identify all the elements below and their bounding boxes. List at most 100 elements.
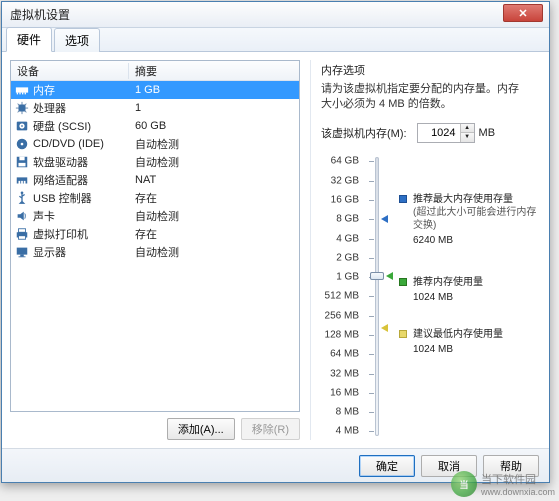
slider-tick-label: 256 MB: [325, 310, 359, 321]
remove-button: 移除(R): [241, 418, 300, 440]
device-name: 处理器: [33, 100, 66, 116]
slider-tickmark: [369, 200, 374, 201]
memory-spinner[interactable]: ▲ ▼: [417, 123, 475, 143]
slider-tickmark: [369, 335, 374, 336]
slider-tick-label: 16 GB: [331, 194, 359, 205]
memory-input-label: 该虚拟机内存(M):: [321, 125, 407, 141]
tab-options[interactable]: 选项: [54, 28, 100, 52]
slider-tickmark: [369, 219, 374, 220]
slider-track-col[interactable]: [367, 153, 391, 440]
dialog-body: 设备 摘要 内存 1 GB 处理器 1 硬盘 (SCSI) 60 GB CD/DVD (ID…: [2, 52, 549, 448]
device-row[interactable]: 软盘驱动器 自动检测: [11, 153, 299, 171]
device-summary: 存在: [129, 190, 299, 206]
slider-tickmark: [369, 296, 374, 297]
device-summary: 自动检测: [129, 154, 299, 170]
vm-settings-window: 虚拟机设置 ✕ 硬件 选项 设备 摘要 内存 1 GB 处理器 1 硬盘 (SCSI) 6…: [1, 1, 550, 483]
device-name: USB 控制器: [33, 190, 92, 206]
device-row[interactable]: 处理器 1: [11, 99, 299, 117]
device-row[interactable]: 硬盘 (SCSI) 60 GB: [11, 117, 299, 135]
device-row[interactable]: 虚拟打印机 存在: [11, 225, 299, 243]
printer-icon: [15, 227, 29, 241]
floppy-icon: [15, 155, 29, 169]
dialog-footer: 确定 取消 帮助: [2, 448, 549, 482]
nic-icon: [15, 173, 29, 187]
slider-tick-label: 4 MB: [336, 426, 359, 437]
right-panel: 内存选项 请为该虚拟机指定要分配的内存量。内存 大小必须为 4 MB 的倍数。 …: [310, 60, 541, 440]
hdd-icon: [15, 119, 29, 133]
slider-tick-label: 16 MB: [330, 387, 359, 398]
slider-tick-label: 32 MB: [330, 368, 359, 379]
device-row[interactable]: 显示器自动检测: [11, 243, 299, 261]
device-row[interactable]: 内存 1 GB: [11, 81, 299, 99]
disc-icon: [15, 137, 29, 151]
slider-tick-label: 32 GB: [331, 175, 359, 186]
slider-tick-label: 512 MB: [325, 291, 359, 302]
device-name: CD/DVD (IDE): [33, 138, 104, 150]
slider-tickmark: [369, 431, 374, 432]
slider-track[interactable]: [375, 157, 379, 436]
tab-hardware[interactable]: 硬件: [6, 27, 52, 52]
slider-thumb[interactable]: [370, 272, 384, 280]
device-name: 内存: [33, 82, 55, 98]
slider-tick-label: 64 GB: [331, 156, 359, 167]
legend-min: 建议最低内存使用量 1024 MB: [399, 328, 503, 356]
device-list-header: 设备 摘要: [11, 61, 299, 81]
cancel-button[interactable]: 取消: [421, 455, 477, 477]
add-button[interactable]: 添加(A)...: [167, 418, 235, 440]
slider-tick-label: 8 GB: [336, 214, 359, 225]
device-name: 虚拟打印机: [33, 226, 88, 242]
slider-tick-label: 1 GB: [336, 272, 359, 283]
spin-up[interactable]: ▲: [460, 124, 474, 133]
slider-tick-label: 2 GB: [336, 252, 359, 263]
device-summary: 1: [129, 102, 299, 114]
marker-rec-icon: [386, 272, 393, 280]
window-title: 虚拟机设置: [2, 6, 70, 23]
help-button[interactable]: 帮助: [483, 455, 539, 477]
device-summary: NAT: [129, 174, 299, 186]
slider-tick-labels: 64 GB32 GB16 GB8 GB4 GB2 GB1 GB512 MB256…: [321, 153, 359, 440]
slider-tickmark: [369, 239, 374, 240]
tab-strip: 硬件 选项: [2, 28, 549, 52]
slider-tickmark: [369, 181, 374, 182]
marker-max-icon: [381, 215, 388, 223]
device-row[interactable]: USB 控制器 存在: [11, 189, 299, 207]
slider-tickmark: [369, 354, 374, 355]
slider-tickmark: [369, 393, 374, 394]
device-name: 声卡: [33, 208, 55, 224]
slider-tick-label: 128 MB: [325, 329, 359, 340]
ok-button[interactable]: 确定: [359, 455, 415, 477]
square-icon: [399, 330, 407, 338]
legend-max: 推荐最大内存使用存量 (超过此大小可能会进行内存交换) 6240 MB: [399, 193, 541, 247]
memory-title: 内存选项: [321, 62, 541, 78]
device-summary: 自动检测: [129, 136, 299, 152]
left-buttons: 添加(A)... 移除(R): [10, 418, 300, 440]
slider-tickmark: [369, 374, 374, 375]
memory-input[interactable]: [418, 124, 460, 142]
header-summary: 摘要: [129, 63, 299, 79]
legend-rec: 推荐内存使用量 1024 MB: [399, 276, 483, 304]
usb-icon: [15, 191, 29, 205]
device-name: 软盘驱动器: [33, 154, 88, 170]
slider-tickmark: [369, 316, 374, 317]
device-row[interactable]: 网络适配器 NAT: [11, 171, 299, 189]
device-summary: 存在: [129, 226, 299, 242]
cpu-icon: [15, 101, 29, 115]
legend-col: 推荐最大内存使用存量 (超过此大小可能会进行内存交换) 6240 MB 推荐内存…: [399, 153, 541, 440]
device-name: 硬盘 (SCSI): [33, 118, 91, 134]
slider-tick-label: 64 MB: [330, 349, 359, 360]
device-list[interactable]: 设备 摘要 内存 1 GB 处理器 1 硬盘 (SCSI) 60 GB CD/DVD (ID…: [10, 60, 300, 412]
device-summary: 60 GB: [129, 120, 299, 132]
spin-down[interactable]: ▼: [460, 133, 474, 142]
device-row[interactable]: CD/DVD (IDE) 自动检测: [11, 135, 299, 153]
slider-tickmark: [369, 412, 374, 413]
memory-desc: 请为该虚拟机指定要分配的内存量。内存 大小必须为 4 MB 的倍数。: [321, 82, 541, 113]
slider-tick-label: 8 MB: [336, 407, 359, 418]
device-name: 网络适配器: [33, 172, 88, 188]
device-summary: 1 GB: [129, 84, 299, 96]
memory-unit: MB: [479, 127, 496, 139]
slider-tickmark: [369, 161, 374, 162]
memory-input-row: 该虚拟机内存(M): ▲ ▼ MB: [321, 123, 541, 143]
device-row[interactable]: 声卡自动检测: [11, 207, 299, 225]
display-icon: [15, 245, 29, 259]
close-button[interactable]: ✕: [503, 4, 543, 22]
